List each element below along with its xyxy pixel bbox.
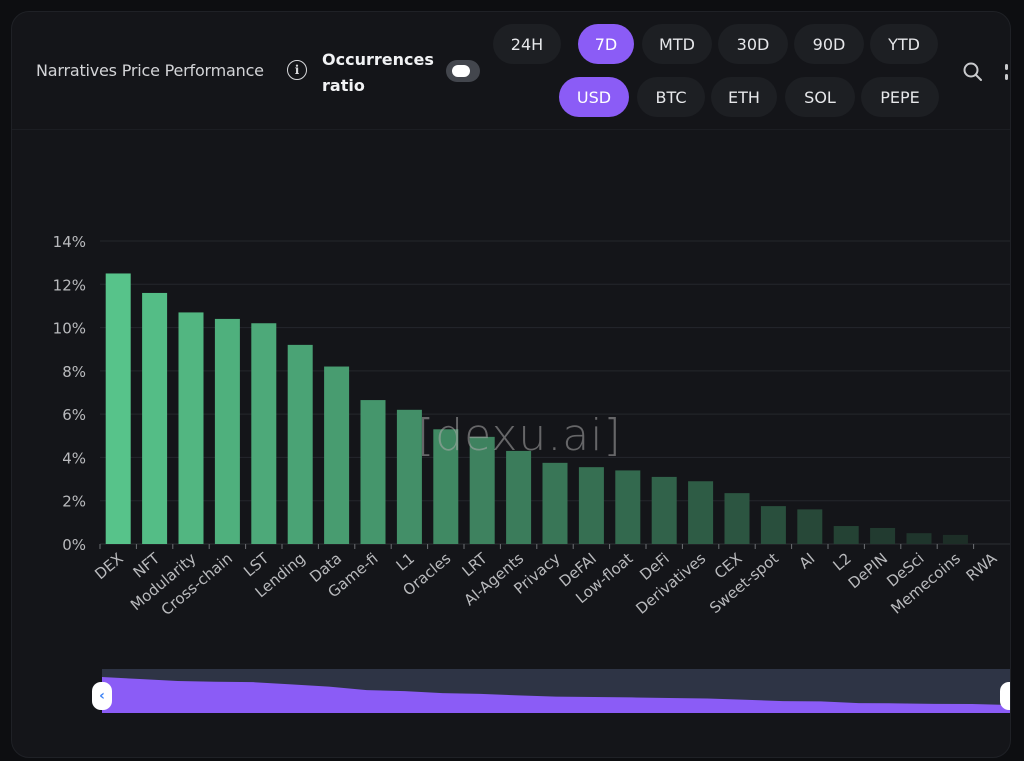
y-tick-label: 14% — [53, 233, 86, 251]
x-tick-label: DePIN — [845, 549, 891, 592]
bar-memecoins — [942, 534, 968, 544]
y-tick-label: 6% — [62, 406, 86, 424]
chevron-left-icon: ‹ — [99, 688, 105, 704]
bar-cex — [724, 493, 750, 544]
bar-l2 — [833, 526, 859, 544]
bar-ai-agents — [506, 450, 532, 544]
bar-low-float — [615, 470, 641, 544]
x-tick-label: Sweet-spot — [706, 549, 782, 617]
y-tick-label: 12% — [53, 276, 86, 294]
x-tick-label: RWA — [963, 549, 1001, 585]
bar-nft — [142, 292, 168, 544]
bar-defi — [651, 476, 677, 544]
bar-desci — [906, 533, 932, 544]
bar-data — [324, 366, 350, 544]
x-tick-label: AI — [796, 549, 819, 572]
y-tick-label: 10% — [53, 320, 86, 338]
y-tick-label: 8% — [62, 363, 86, 381]
bar-oracles — [433, 429, 459, 544]
slider-preview — [102, 669, 1010, 713]
bar-modularity — [178, 312, 204, 544]
bar-cross-chain — [214, 318, 240, 544]
bar-sweet-spot — [760, 506, 786, 544]
data-zoom-slider[interactable]: ‹ — [92, 669, 1010, 713]
bar-lst — [251, 323, 277, 544]
bar-defai — [578, 467, 604, 544]
bar-dex — [105, 273, 131, 544]
slider-right-handle[interactable] — [1000, 682, 1010, 710]
bar-derivatives — [688, 481, 714, 544]
bar-ai — [797, 509, 823, 544]
x-tick-label: Derivatives — [632, 549, 709, 618]
y-tick-label: 2% — [62, 493, 86, 511]
bar-lrt — [469, 436, 495, 544]
bar-lending — [287, 344, 313, 544]
narratives-performance-panel: Narratives Price Performance i Occurrenc… — [11, 11, 1011, 758]
x-tick-label: L2 — [829, 549, 854, 574]
y-tick-label: 0% — [62, 536, 86, 554]
slider-left-handle[interactable]: ‹ — [92, 682, 112, 710]
bar-privacy — [542, 462, 568, 544]
x-tick-label: DEX — [91, 549, 127, 583]
bar-chart: 0%2%4%6%8%10%12%14%DEX NFTModularityCross… — [53, 233, 1010, 619]
bar-l1 — [396, 409, 422, 544]
y-tick-label: 4% — [62, 449, 86, 467]
bar-depin — [870, 527, 896, 544]
bar-game-fi — [360, 400, 386, 544]
x-tick-label: L1 — [393, 549, 418, 574]
